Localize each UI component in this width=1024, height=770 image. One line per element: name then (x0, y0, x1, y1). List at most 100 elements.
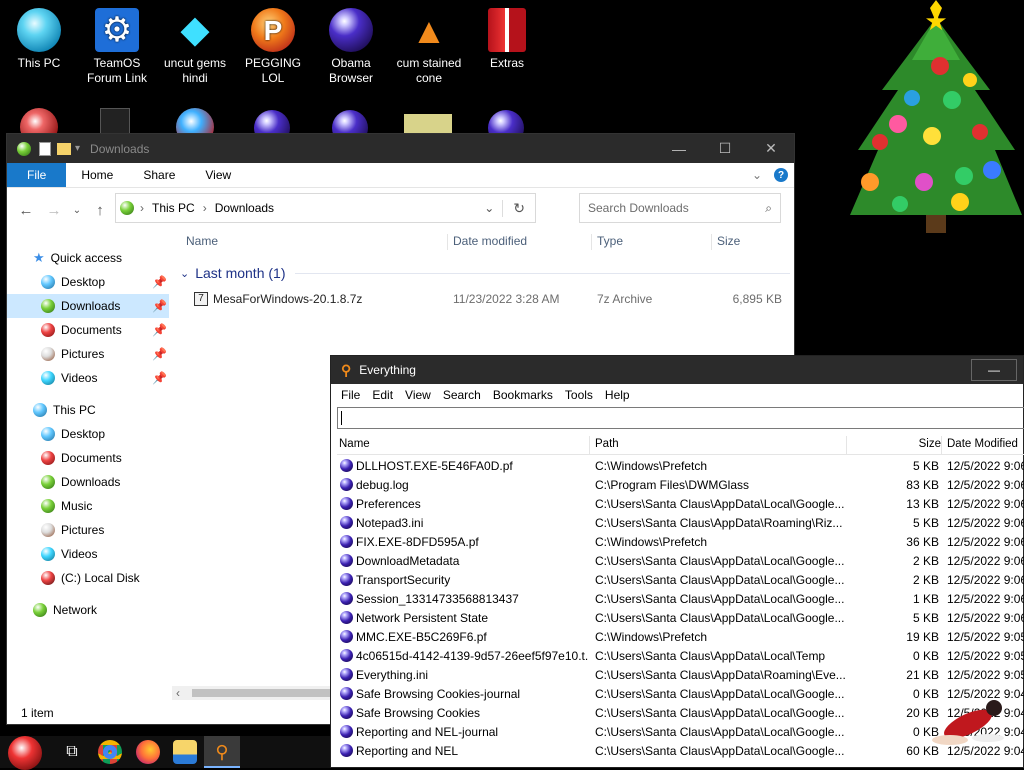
column-date-modified[interactable]: Date modified (447, 234, 527, 250)
column-name[interactable]: Name (186, 234, 218, 250)
firefox-icon[interactable] (136, 740, 160, 764)
result-row[interactable]: Safe Browsing Cookies-journal C:\Users\Sa… (337, 685, 1024, 704)
desktop-icon-obama-browser[interactable]: Obama Browser (312, 8, 390, 86)
column-size[interactable]: Size (711, 234, 740, 250)
result-row[interactable]: MMC.EXE-B5C269F6.pf C:\Windows\Prefetch 19… (337, 628, 1024, 647)
minimize-button[interactable]: — (971, 359, 1017, 381)
breadcrumb-sep-icon[interactable]: › (140, 201, 144, 215)
desktop-icon-teamos[interactable]: ⚙ TeamOS Forum Link (78, 8, 156, 86)
nav-label: Network (53, 603, 98, 617)
desktop-icon-cone[interactable]: ▲ cum stained cone (390, 8, 468, 86)
nav-quick-access[interactable]: ★ Quick access (33, 246, 195, 270)
result-row[interactable]: Network Persistent State C:\Users\Santa C… (337, 609, 1024, 628)
result-row[interactable]: DownloadMetadata C:\Users\Santa Claus\App… (337, 552, 1024, 571)
chrome-icon[interactable] (98, 740, 122, 764)
breadcrumb-sep-icon[interactable]: › (203, 201, 207, 215)
nav-qa-documents[interactable]: Documents 📌 (7, 318, 169, 342)
explorer-titlebar[interactable]: ▾ Downloads — ☐ ✕ (7, 134, 794, 163)
group-header-last-month[interactable]: ⌄ Last month (1) (180, 265, 790, 281)
nav-qa-videos[interactable]: Videos 📌 (7, 366, 169, 390)
scroll-left-icon[interactable]: ‹ (176, 686, 180, 700)
menu-view[interactable]: View (399, 388, 437, 402)
result-row[interactable]: DLLHOST.EXE-5E46FA0D.pf C:\Windows\Prefet… (337, 457, 1024, 476)
expand-ribbon-icon[interactable]: ⌄ (752, 163, 762, 187)
tab-home[interactable]: Home (66, 163, 128, 187)
p-logo-icon: P (251, 8, 295, 52)
help-icon[interactable]: ? (774, 168, 788, 182)
everything-taskbar-icon[interactable]: ⚲ (204, 736, 240, 768)
file-icon (340, 592, 353, 605)
close-button[interactable]: ✕ (748, 134, 794, 163)
result-row[interactable]: Session_13314733568813437 C:\Users\Santa … (337, 590, 1024, 609)
menu-edit[interactable]: Edit (366, 388, 399, 402)
desktop-icon-pegging[interactable]: P PEGGING LOL (234, 8, 312, 86)
ornament-icon (120, 201, 134, 215)
up-button[interactable]: ↑ (89, 202, 111, 219)
column-type[interactable]: Type (591, 234, 623, 250)
nav-qa-downloads[interactable]: Downloads 📌 (7, 294, 169, 318)
nav-pc-downloads[interactable]: Downloads (7, 470, 169, 494)
scrollbar-thumb[interactable] (192, 689, 330, 697)
nav-qa-desktop[interactable]: Desktop 📌 (7, 270, 169, 294)
result-row[interactable]: Reporting and NEL C:\Users\Santa Claus\Ap… (337, 742, 1024, 761)
nav-pc-pictures[interactable]: Pictures (7, 518, 169, 542)
file-explorer-icon[interactable] (173, 740, 197, 764)
refresh-button[interactable]: ↻ (502, 199, 535, 217)
result-row[interactable]: TransportSecurity C:\Users\Santa Claus\Ap… (337, 571, 1024, 590)
menu-help[interactable]: Help (599, 388, 636, 402)
back-button[interactable]: ← (15, 202, 37, 219)
nav-pc-local-disk[interactable]: (C:) Local Disk (7, 566, 169, 590)
file-icon (340, 630, 353, 643)
result-size: 83 KB (906, 478, 939, 492)
maximize-button[interactable]: ☐ (702, 134, 748, 163)
horizontal-scrollbar[interactable]: ‹ (172, 686, 330, 700)
forward-button[interactable]: → (43, 202, 65, 219)
everything-search-input[interactable] (337, 407, 1024, 429)
recent-dropdown-icon[interactable]: ⌄ (71, 205, 83, 216)
result-row[interactable]: debug.log C:\Program Files\DWMGlass 83 KB 1… (337, 476, 1024, 495)
result-row[interactable]: Reporting and NEL-journal C:\Users\Santa … (337, 723, 1024, 742)
result-row[interactable]: Safe Browsing Cookies C:\Users\Santa Clau… (337, 704, 1024, 723)
nav-network[interactable]: Network (7, 598, 169, 622)
task-view-icon[interactable]: ⧉ (60, 740, 84, 764)
breadcrumb-downloads[interactable]: Downloads (215, 201, 274, 215)
nav-pc-documents[interactable]: Documents (7, 446, 169, 470)
tab-view[interactable]: View (190, 163, 246, 187)
desktop-icon-uncut-gems[interactable]: ◆ uncut gems hindi (156, 8, 234, 86)
column-name[interactable]: Name (339, 438, 370, 450)
everything-titlebar[interactable]: ⚲ Everything — (331, 356, 1023, 384)
nav-pc-desktop[interactable]: Desktop (7, 422, 169, 446)
address-dropdown-icon[interactable]: ⌄ (484, 201, 494, 215)
tab-file[interactable]: File (7, 163, 67, 187)
properties-icon[interactable] (39, 141, 51, 156)
desktop-icon-this-pc[interactable]: This PC (0, 8, 78, 71)
nav-pc-videos[interactable]: Videos (7, 542, 169, 566)
result-row[interactable]: FIX.EXE-8DFD595A.pf C:\Windows\Prefetch 36… (337, 533, 1024, 552)
menu-bookmarks[interactable]: Bookmarks (487, 388, 559, 402)
nav-this-pc[interactable]: This PC (7, 398, 169, 422)
tab-share[interactable]: Share (128, 163, 190, 187)
file-row[interactable]: 7 MesaForWindows-20.1.8.7z 11/23/2022 3:… (186, 292, 790, 308)
result-date: 12/5/2022 9:06 (947, 554, 1024, 568)
menu-tools[interactable]: Tools (559, 388, 599, 402)
breadcrumb-this-pc[interactable]: This PC (152, 201, 195, 215)
result-name: Notepad3.ini (356, 516, 424, 530)
minimize-button[interactable]: — (656, 134, 702, 163)
result-row[interactable]: Notepad3.ini C:\Users\Santa Claus\AppData… (337, 514, 1024, 533)
search-downloads-input[interactable]: Search Downloads ⌕ (579, 193, 781, 223)
nav-pc-music[interactable]: Music (7, 494, 169, 518)
column-date-modified[interactable]: Date Modified (941, 436, 1018, 455)
result-row[interactable]: Preferences C:\Users\Santa Claus\AppData\… (337, 495, 1024, 514)
nav-qa-pictures[interactable]: Pictures 📌 (7, 342, 169, 366)
column-size[interactable]: Size (846, 436, 941, 455)
menu-search[interactable]: Search (437, 388, 487, 402)
result-row[interactable]: 4c06515d-4142-4139-9d57-26eef5f97e10.t..… (337, 647, 1024, 666)
address-bar[interactable]: › This PC › Downloads ⌄ ↻ (115, 193, 536, 223)
desktop-icon-extras[interactable]: Extras (468, 8, 546, 71)
new-folder-icon[interactable] (57, 142, 71, 155)
menu-file[interactable]: File (335, 388, 366, 402)
column-path[interactable]: Path (589, 436, 619, 455)
result-row[interactable]: Everything.ini C:\Users\Santa Claus\AppDa… (337, 666, 1024, 685)
start-button[interactable] (8, 736, 42, 770)
dropdown-arrow-icon[interactable]: ▾ (75, 143, 80, 154)
